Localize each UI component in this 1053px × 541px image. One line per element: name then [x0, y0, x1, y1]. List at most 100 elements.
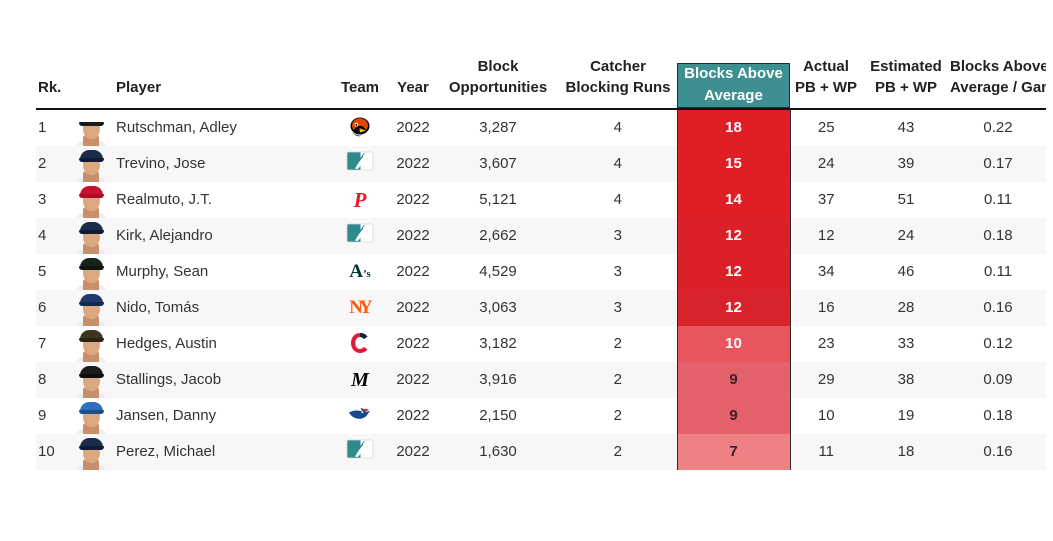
cell-player[interactable]: Trevino, Jose [74, 145, 331, 182]
player-headshot-icon [74, 254, 108, 290]
table-row[interactable]: 9 Jansen, Danny 2022 2,150 2 9 10 19 0.18 [36, 397, 1046, 434]
cell-estimated-pb-wp: 46 [897, 263, 915, 281]
column-header-catcher-blocking-runs-line1: Catcher [590, 58, 646, 75]
cell-estimated-pb-wp: 43 [897, 119, 915, 137]
headshot-cap-brim [79, 409, 104, 414]
cell-player[interactable]: Realmuto, J.T. [74, 182, 331, 218]
cell-actual-pb-wp: 24 [790, 145, 862, 182]
cell-rank: 9 [38, 407, 47, 425]
cell-block-opportunities: 2,150 [479, 407, 517, 425]
cell-blocks-above-average: 12 [676, 253, 791, 290]
player-name: Hedges, Austin [116, 335, 217, 353]
table-row[interactable]: 7 Hedges, Austin 2022 3,182 2 10 23 33 0.12 [36, 325, 1046, 362]
player-headshot-icon [74, 362, 108, 398]
cell-player[interactable]: Jansen, Danny [74, 398, 331, 434]
team-logo-icon [345, 151, 375, 177]
cell-block-opportunities: 3,182 [479, 335, 517, 353]
cell-year: 2022 [396, 263, 430, 281]
headshot-cap-brim [79, 193, 104, 198]
table-header: Rk. Player Team Year Block Opportunities… [36, 56, 1046, 110]
cell-player[interactable]: Rutschman, Adley [74, 109, 331, 146]
table-row[interactable]: 1 Rutschman, Adley 2022 3,287 4 18 25 43 0.22 [36, 108, 1046, 146]
cell-team[interactable] [331, 109, 389, 146]
cell-player[interactable]: Nido, Tomás [74, 289, 331, 326]
cell-blocks-above-average-per-game: 0.22 [983, 119, 1013, 137]
cell-team[interactable]: M [331, 361, 389, 398]
player-name: Perez, Michael [116, 443, 216, 461]
cell-rank: 1 [38, 119, 47, 137]
player-name: Jansen, Danny [116, 407, 217, 425]
cell-year: 2022 [389, 217, 437, 254]
cell-block-opportunities: 1,630 [437, 433, 559, 470]
column-header-player[interactable]: Player [74, 56, 331, 110]
cell-blocks-above-average-per-game: 0.18 [983, 407, 1013, 425]
column-header-team[interactable]: Team [331, 56, 389, 110]
player-name: Trevino, Jose [116, 155, 206, 173]
cell-actual-pb-wp: 34 [817, 263, 835, 281]
cell-rank: 10 [36, 433, 74, 470]
player-headshot-icon [74, 182, 108, 218]
headshot-cap-brim [79, 157, 104, 162]
column-header-year[interactable]: Year [389, 56, 437, 110]
table-row[interactable]: 10 Perez, Michael 2022 1,630 2 7 11 18 0.16 [36, 433, 1046, 470]
cell-player[interactable]: Murphy, Sean [74, 254, 331, 290]
cell-player[interactable]: Stallings, Jacob [74, 361, 331, 398]
cell-blocks-above-average: 12 [676, 217, 791, 254]
headshot-cap-brim [79, 229, 104, 234]
cell-blocks-above-average-per-game: 0.09 [950, 361, 1046, 398]
team-logo-icon [345, 331, 375, 357]
column-header-catcher-blocking-runs[interactable]: Catcher Blocking Runs [559, 56, 677, 110]
player-name: Rutschman, Adley [116, 119, 237, 137]
cell-team[interactable]: A’s [331, 254, 389, 290]
column-header-block-opportunities[interactable]: Block Opportunities [437, 56, 559, 110]
column-header-blocks-above-average-per-game[interactable]: Blocks Above Average / Game [950, 56, 1046, 110]
headshot-cap-brim [79, 445, 104, 450]
column-header-rank[interactable]: Rk. [36, 56, 74, 110]
cell-team[interactable] [331, 145, 389, 182]
cell-player[interactable]: Kirk, Alejandro [74, 217, 331, 254]
cell-rank: 4 [36, 217, 74, 254]
cell-catcher-blocking-runs: 4 [613, 191, 622, 209]
table-row[interactable]: 2 Trevino, Jose 2022 3,607 4 15 24 39 0.17 [36, 145, 1046, 182]
team-logo-icon [345, 223, 375, 249]
cell-blocks-above-average-per-game: 0.16 [950, 433, 1046, 470]
cell-year: 2022 [396, 191, 430, 209]
cell-blocks-above-average-per-game: 0.18 [950, 217, 1046, 254]
cell-team[interactable] [331, 326, 389, 362]
cell-team[interactable] [331, 433, 389, 470]
team-logo-icon: P [353, 187, 367, 212]
table-row[interactable]: 4 Kirk, Alejandro 2022 2,662 3 12 12 24 0.18 [36, 217, 1046, 254]
cell-team[interactable]: P [331, 182, 389, 218]
cell-blocks-above-average-per-game: 0.16 [950, 289, 1046, 326]
player-name: Murphy, Sean [116, 263, 209, 281]
leaderboard-panel: Rk. Player Team Year Block Opportunities… [0, 0, 1053, 541]
table-row[interactable]: 8 Stallings, Jacob M 2022 3,916 2 9 29 38 0.09 [36, 361, 1046, 398]
cell-year: 2022 [389, 433, 437, 470]
cell-blocks-above-average-per-game: 0.12 [983, 335, 1013, 353]
column-header-blocks-above-average[interactable]: Blocks Above Average [677, 56, 790, 110]
headshot-cap-brim [79, 337, 104, 342]
cell-actual-pb-wp: 12 [790, 217, 862, 254]
column-header-estimated-pb-wp-line2: PB + WP [874, 79, 938, 97]
cell-block-opportunities: 3,063 [437, 289, 559, 326]
cell-actual-pb-wp: 10 [817, 407, 835, 425]
table-row[interactable]: 6 Nido, Tomás NY 2022 3,063 3 12 16 28 0.16 [36, 289, 1046, 326]
cell-actual-pb-wp: 37 [817, 191, 835, 209]
headshot-cap-brim [79, 265, 104, 270]
column-header-actual-pb-wp[interactable]: Actual PB + WP [790, 56, 862, 110]
table-row[interactable]: 5 Murphy, Sean A’s 2022 4,529 3 12 34 46 0.11 [36, 253, 1046, 290]
cell-player[interactable]: Perez, Michael [74, 433, 331, 470]
cell-blocks-above-average: 15 [676, 145, 791, 182]
cell-team[interactable]: NY [331, 289, 389, 326]
column-header-estimated-pb-wp[interactable]: Estimated PB + WP [862, 56, 950, 110]
column-header-actual-pb-wp-line1: Actual [803, 58, 849, 75]
cell-catcher-blocking-runs: 3 [559, 217, 677, 254]
cell-team[interactable] [331, 217, 389, 254]
cell-block-opportunities: 2,662 [437, 217, 559, 254]
cell-team[interactable] [331, 398, 389, 434]
player-headshot-icon [74, 434, 108, 470]
team-logo-icon: A’s [349, 260, 371, 282]
table-row[interactable]: 3 Realmuto, J.T. P 2022 5,121 4 14 37 51 0.11 [36, 181, 1046, 218]
cell-player[interactable]: Hedges, Austin [74, 326, 331, 362]
headshot-cap-brim [79, 301, 104, 306]
